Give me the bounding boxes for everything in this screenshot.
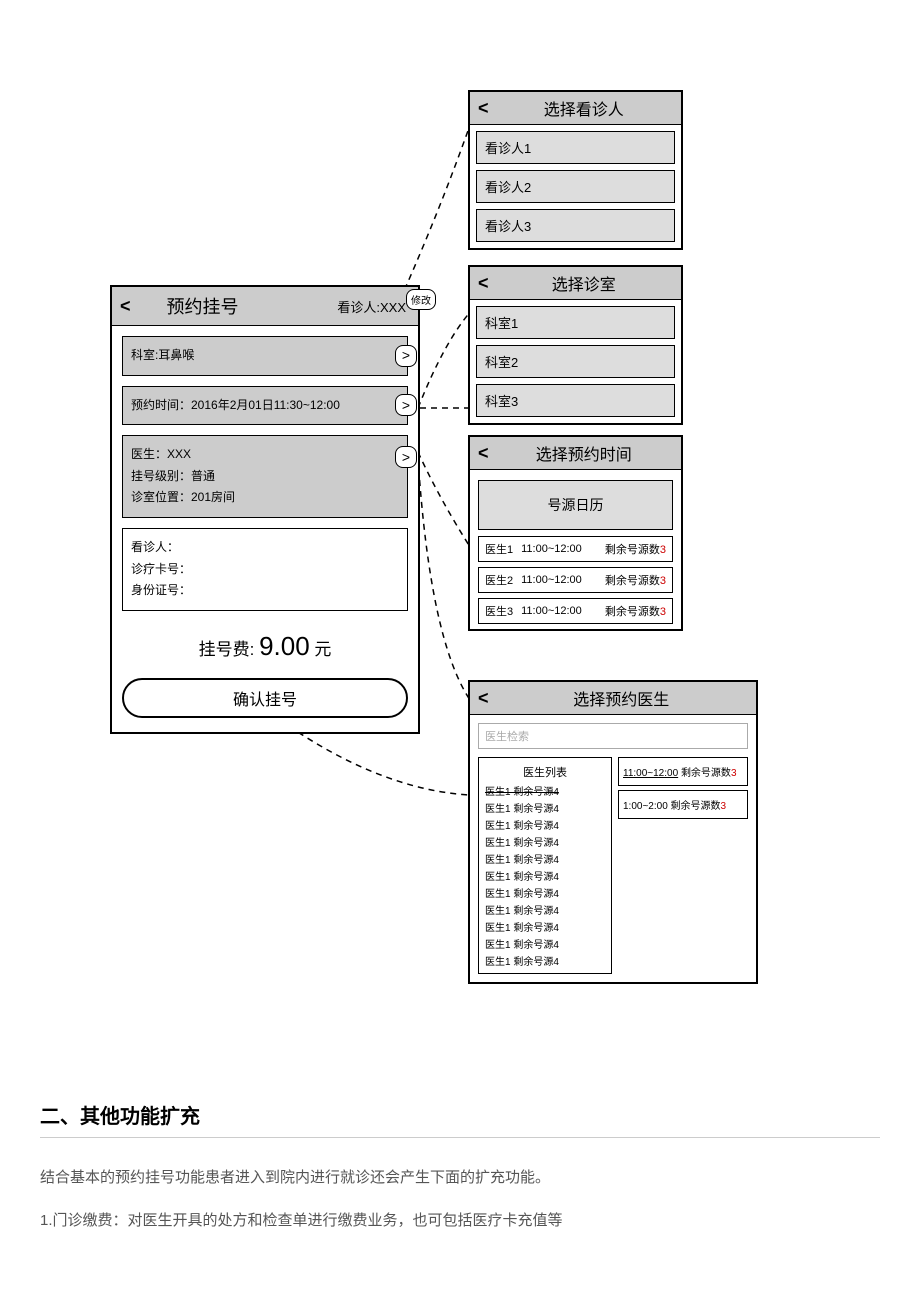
back-icon[interactable]: < xyxy=(478,98,489,119)
list-item[interactable]: 医生1 剩余号源4 xyxy=(483,901,607,918)
list-item[interactable]: 医生1 剩余号源4 xyxy=(483,850,607,867)
panel-header: < 选择看诊人 xyxy=(470,92,681,125)
doctor-line: 医生：XXX xyxy=(131,444,399,466)
level-line: 挂号级别：普通 xyxy=(131,466,399,488)
doctor-time-list: 11:00~12:00 剩余号源数3 1:00~2:00 剩余号源数3 xyxy=(618,757,748,974)
patient-info-block: 看诊人： 诊疗卡号： 身份证号： xyxy=(122,528,408,611)
panel-title: 选择看诊人 xyxy=(495,96,673,120)
select-time-panel: < 选择预约时间 号源日历 医生1 11:00~12:00 剩余号源数3 医生2… xyxy=(468,435,683,631)
section-heading: 二、其他功能扩充 xyxy=(40,1100,880,1138)
time-text: 预约时间：2016年2月01日11:30~12:00 xyxy=(131,398,340,412)
modify-button[interactable]: 修改 xyxy=(406,289,436,310)
fee-label: 挂号费: xyxy=(199,640,255,659)
list-item[interactable]: 科室1 xyxy=(476,306,675,339)
list-item[interactable]: 医生1 剩余号源4 xyxy=(483,833,607,850)
doctor-block[interactable]: 医生：XXX 挂号级别：普通 诊室位置：201房间 > xyxy=(122,435,408,518)
room-line: 诊室位置：201房间 xyxy=(131,487,399,509)
slot-doc: 医生1 xyxy=(485,541,513,557)
time-text: 1:00~2:00 xyxy=(623,801,668,812)
remain-label: 剩余号源数 xyxy=(681,768,731,779)
panel-title: 选择诊室 xyxy=(495,271,673,295)
list-item[interactable]: 看诊人2 xyxy=(476,170,675,203)
fee-unit: 元 xyxy=(314,640,331,659)
booking-panel: < 预约挂号 看诊人:XXX 修改 科室:耳鼻喉 > 预约时间：2016年2月0… xyxy=(110,285,420,734)
dept-block[interactable]: 科室:耳鼻喉 > xyxy=(122,336,408,376)
list-item[interactable]: 科室3 xyxy=(476,384,675,417)
page-title: 预约挂号 xyxy=(167,293,239,319)
list-item[interactable]: 医生1 剩余号源4 xyxy=(483,918,607,935)
doctor-list-title: 医生列表 xyxy=(483,762,607,782)
list-item[interactable]: 医生1 剩余号源4 xyxy=(483,799,607,816)
patient-l2: 诊疗卡号： xyxy=(131,559,399,581)
panel-header: < 选择预约时间 xyxy=(470,437,681,470)
list-item[interactable]: 科室2 xyxy=(476,345,675,378)
patient-l3: 身份证号： xyxy=(131,580,399,602)
time-slot[interactable]: 医生3 11:00~12:00 剩余号源数3 xyxy=(478,598,673,624)
slot-time: 11:00~12:00 xyxy=(521,543,582,555)
article-section: 二、其他功能扩充 结合基本的预约挂号功能患者进入到院内进行就诊还会产生下面的扩充… xyxy=(0,1060,920,1289)
fee-row: 挂号费: 9.00 元 xyxy=(112,621,418,678)
panel-title: 选择预约医生 xyxy=(495,686,748,710)
slot-remain: 3 xyxy=(660,544,666,556)
list-item[interactable]: 医生1 剩余号源4 xyxy=(483,867,607,884)
list-item[interactable]: 看诊人1 xyxy=(476,131,675,164)
current-patient: 看诊人:XXX xyxy=(337,297,406,316)
booking-header: < 预约挂号 看诊人:XXX 修改 xyxy=(112,287,418,326)
fee-amount: 9.00 xyxy=(259,631,310,661)
time-option[interactable]: 11:00~12:00 剩余号源数3 xyxy=(618,757,748,786)
time-slot[interactable]: 医生1 11:00~12:00 剩余号源数3 xyxy=(478,536,673,562)
slot-remain-label: 剩余号源数 xyxy=(605,544,660,556)
back-icon[interactable]: < xyxy=(478,688,489,709)
chevron-right-icon[interactable]: > xyxy=(395,394,417,416)
slot-remain: 3 xyxy=(660,606,666,618)
chevron-right-icon[interactable]: > xyxy=(395,345,417,367)
back-icon[interactable]: < xyxy=(478,273,489,294)
doctor-content: 医生列表 医生1 剩余号源4 医生1 剩余号源4 医生1 剩余号源4 医生1 剩… xyxy=(478,757,748,974)
calendar-box[interactable]: 号源日历 xyxy=(478,480,673,530)
select-dept-panel: < 选择诊室 科室1 科室2 科室3 xyxy=(468,265,683,425)
dept-text: 科室:耳鼻喉 xyxy=(131,348,194,362)
select-doctor-panel: < 选择预约医生 医生检索 医生列表 医生1 剩余号源4 医生1 剩余号源4 医… xyxy=(468,680,758,984)
confirm-button[interactable]: 确认挂号 xyxy=(122,678,408,718)
remain-label: 剩余号源数 xyxy=(671,801,721,812)
list-item[interactable]: 医生1 剩余号源4 xyxy=(483,935,607,952)
list-item[interactable]: 看诊人3 xyxy=(476,209,675,242)
panel-title: 选择预约时间 xyxy=(495,441,673,465)
slot-remain-label: 剩余号源数 xyxy=(605,606,660,618)
slot-time: 11:00~12:00 xyxy=(521,605,582,617)
doctor-list: 医生列表 医生1 剩余号源4 医生1 剩余号源4 医生1 剩余号源4 医生1 剩… xyxy=(478,757,612,974)
list-item-1: 1.门诊缴费：对医生开具的处方和检查单进行缴费业务，也可包括医疗卡充值等 xyxy=(40,1207,880,1236)
list-item[interactable]: 医生1 剩余号源4 xyxy=(483,952,607,969)
time-block[interactable]: 预约时间：2016年2月01日11:30~12:00 > xyxy=(122,386,408,426)
slot-remain-label: 剩余号源数 xyxy=(605,575,660,587)
back-icon[interactable]: < xyxy=(478,443,489,464)
select-patient-panel: < 选择看诊人 看诊人1 看诊人2 看诊人3 xyxy=(468,90,683,250)
time-slot[interactable]: 医生2 11:00~12:00 剩余号源数3 xyxy=(478,567,673,593)
slot-doc: 医生3 xyxy=(485,603,513,619)
list-item[interactable]: 医生1 剩余号源4 xyxy=(483,816,607,833)
slot-time: 11:00~12:00 xyxy=(521,574,582,586)
time-option[interactable]: 1:00~2:00 剩余号源数3 xyxy=(618,790,748,819)
slot-remain: 3 xyxy=(660,575,666,587)
list-item[interactable]: 医生1 剩余号源4 xyxy=(483,884,607,901)
chevron-right-icon[interactable]: > xyxy=(395,446,417,468)
remain: 3 xyxy=(721,801,727,812)
search-input[interactable]: 医生检索 xyxy=(478,723,748,749)
list-item[interactable]: 医生1 剩余号源4 xyxy=(483,782,607,799)
remain: 3 xyxy=(731,768,737,779)
intro-paragraph: 结合基本的预约挂号功能患者进入到院内进行就诊还会产生下面的扩充功能。 xyxy=(40,1164,880,1193)
panel-header: < 选择诊室 xyxy=(470,267,681,300)
patient-l1: 看诊人： xyxy=(131,537,399,559)
slot-doc: 医生2 xyxy=(485,572,513,588)
panel-header: < 选择预约医生 xyxy=(470,682,756,715)
time-text: 11:00~12:00 xyxy=(623,768,678,779)
back-icon[interactable]: < xyxy=(120,296,131,317)
